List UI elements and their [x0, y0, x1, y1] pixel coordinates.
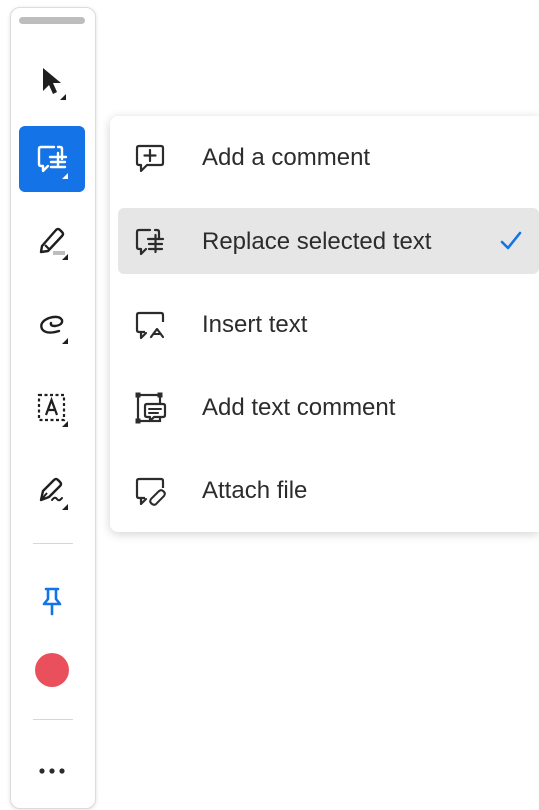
menu-item-insert-text[interactable]: Insert text: [118, 291, 539, 357]
text-box-icon: [37, 393, 68, 427]
toolbar-divider-2: [33, 719, 73, 720]
replace-text-icon: [135, 228, 165, 256]
menu-item-add-comment[interactable]: Add a comment: [118, 124, 539, 190]
tool-palette: [10, 7, 96, 809]
highlighter-icon: [39, 227, 68, 260]
highlight-tool-button[interactable]: [19, 208, 85, 274]
text-comment-icon: [135, 392, 167, 424]
sign-tool-button[interactable]: [19, 458, 85, 524]
add-comment-icon: [135, 144, 165, 173]
menu-item-add-text-comment[interactable]: Add text comment: [118, 374, 539, 440]
pen-sign-icon: [39, 477, 68, 510]
insert-text-icon: [135, 311, 165, 340]
menu-item-label: Insert text: [202, 311, 308, 338]
comment-tool-button[interactable]: [19, 126, 85, 192]
select-tool-button[interactable]: [19, 48, 85, 114]
checkmark-icon: [500, 231, 522, 250]
freehand-loop-icon: [40, 315, 68, 344]
comment-tools-menu: Add a comment Replace selected text Inse…: [110, 116, 539, 532]
more-icon: [39, 768, 65, 774]
menu-item-label: Add text comment: [202, 394, 396, 421]
drag-handle[interactable]: [19, 17, 85, 24]
draw-tool-button[interactable]: [19, 292, 85, 358]
pin-icon: [42, 587, 62, 616]
text-box-tool-button[interactable]: [19, 375, 85, 441]
red-circle-icon: [35, 653, 69, 687]
pin-tool-button[interactable]: [19, 568, 85, 634]
toolbar-divider: [33, 543, 73, 544]
color-tool-button[interactable]: [19, 637, 85, 703]
more-options-button[interactable]: [19, 738, 85, 804]
attach-file-icon: [135, 477, 166, 506]
menu-item-attach-file[interactable]: Attach file: [118, 457, 539, 523]
menu-item-replace-text[interactable]: Replace selected text: [118, 208, 539, 274]
replace-text-icon: [37, 145, 68, 179]
menu-item-label: Attach file: [202, 477, 308, 504]
menu-item-label: Add a comment: [202, 144, 371, 171]
pointer-arrow-icon: [43, 68, 66, 100]
menu-item-label: Replace selected text: [202, 228, 432, 255]
